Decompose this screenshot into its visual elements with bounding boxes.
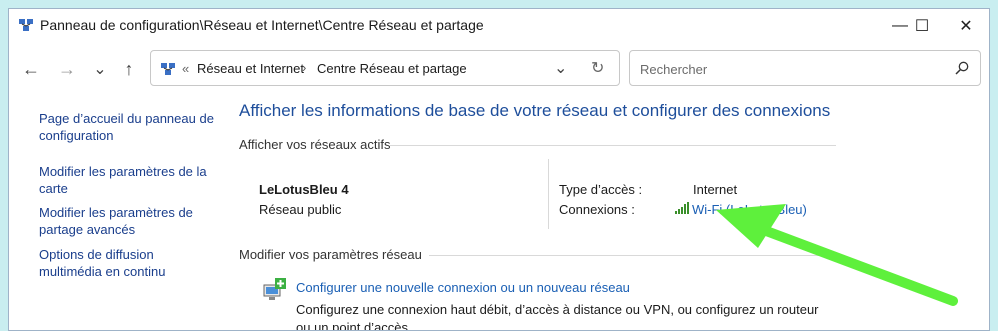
network-center-icon xyxy=(19,19,33,31)
adapter-settings-link[interactable]: Modifier les paramètres de la carte xyxy=(39,163,219,197)
breadcrumb-overflow[interactable]: « xyxy=(182,61,189,76)
media-streaming-link[interactable]: Options de diffusion multimédia en conti… xyxy=(39,246,219,280)
back-button[interactable]: ← xyxy=(17,55,45,83)
address-box[interactable]: « Réseau et Internet › Centre Réseau et … xyxy=(150,50,620,86)
recent-locations-button[interactable]: ⌄ xyxy=(86,55,114,83)
network-type: Réseau public xyxy=(259,202,342,217)
refresh-button[interactable]: ↻ xyxy=(591,58,604,78)
forward-button[interactable]: → xyxy=(53,55,81,83)
new-connection-icon xyxy=(263,278,286,300)
section-divider xyxy=(429,255,836,256)
wifi-connection-link[interactable]: Wi-Fi (LeLotusBleu) xyxy=(692,202,807,217)
advanced-sharing-link[interactable]: Modifier les paramètres de partage avanc… xyxy=(39,204,219,238)
wifi-signal-icon xyxy=(675,202,689,214)
network-name: LeLotusBleu 4 xyxy=(259,182,349,197)
home-link[interactable]: Page d’accueil du panneau de configurati… xyxy=(39,110,219,144)
task-pane: Page d’accueil du panneau de configurati… xyxy=(9,94,223,330)
configure-connection-description: Configurez une connexion haut débit, d’a… xyxy=(296,302,819,331)
maximize-button[interactable]: ☐ xyxy=(899,9,945,42)
column-divider xyxy=(548,159,549,229)
access-type-value: Internet xyxy=(693,182,738,197)
window-title: Panneau de configuration\Réseau et Inter… xyxy=(40,17,484,33)
connections-label: Connexions : xyxy=(559,202,635,217)
breadcrumb-item[interactable]: Réseau et Internet xyxy=(197,61,304,76)
close-button[interactable]: ✕ xyxy=(943,9,989,42)
up-button[interactable]: ↑ xyxy=(115,55,143,83)
access-type-label: Type d’accès : xyxy=(559,182,643,197)
control-panel-window: Panneau de configuration\Réseau et Inter… xyxy=(8,8,990,331)
active-networks-label: Afficher vos réseaux actifs xyxy=(239,137,391,152)
address-toolbar: ← → ⌄ ↑ « Réseau et Internet › Centre Ré… xyxy=(9,42,989,94)
section-divider xyxy=(389,145,836,146)
configure-connection-link[interactable]: Configurer une nouvelle connexion ou un … xyxy=(296,280,630,295)
search-box[interactable] xyxy=(629,50,981,86)
page-title: Afficher les informations de base de vot… xyxy=(239,101,831,120)
search-input[interactable] xyxy=(638,59,942,79)
breadcrumb-item[interactable]: Centre Réseau et partage xyxy=(317,61,467,76)
network-center-icon xyxy=(161,63,175,75)
breadcrumb-separator[interactable]: › xyxy=(302,60,306,75)
address-dropdown-button[interactable]: ⌄ xyxy=(554,58,567,78)
modify-settings-label: Modifier vos paramètres réseau xyxy=(239,247,422,262)
search-icon[interactable] xyxy=(954,60,970,76)
title-bar[interactable]: Panneau de configuration\Réseau et Inter… xyxy=(9,9,989,42)
